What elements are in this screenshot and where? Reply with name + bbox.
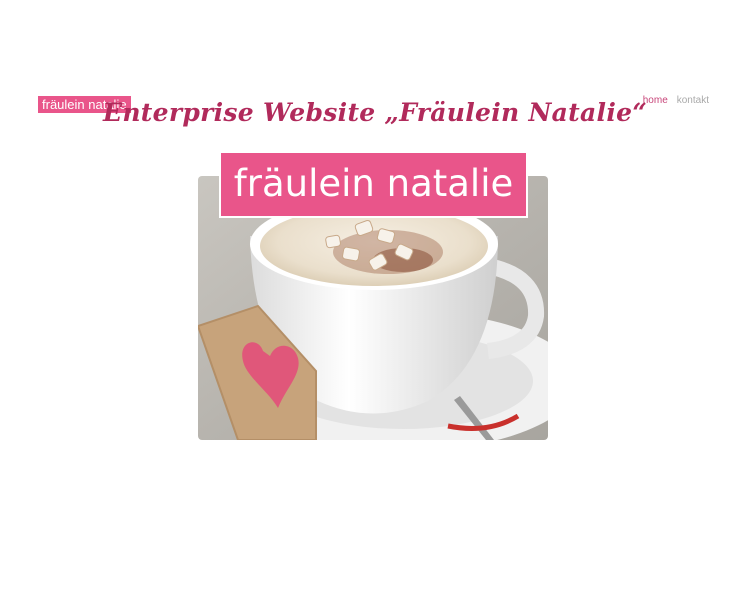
hero-brand-badge: fräulein natalie: [219, 151, 528, 218]
page-headline: Enterprise Website „Fräulein Natalie“: [102, 98, 648, 127]
